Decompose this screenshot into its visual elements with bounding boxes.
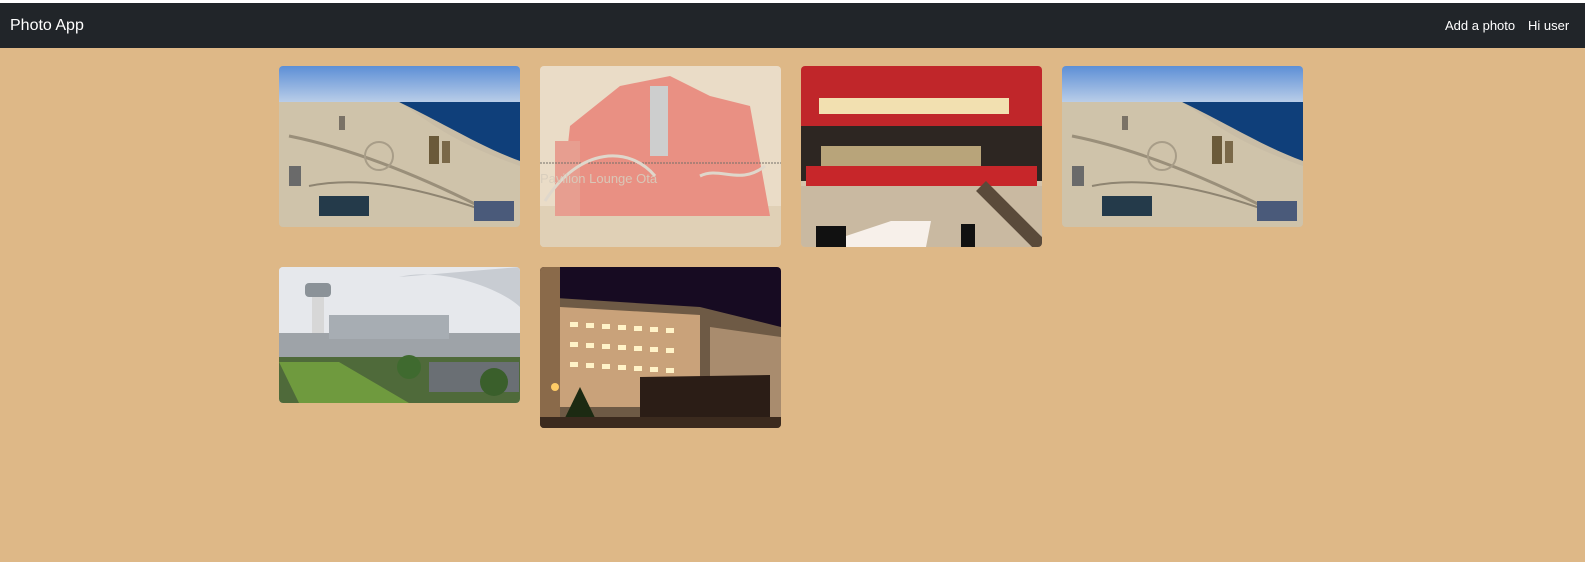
photo-tile[interactable] — [801, 66, 1042, 247]
photo-aerial-coastline — [279, 66, 520, 227]
photo-tile[interactable] — [279, 267, 520, 403]
photo-overlay-text: Pavilion Lounge Ota — [540, 171, 658, 186]
photo-tile[interactable]: Pavilion Lounge Ota — [540, 66, 781, 247]
add-photo-link[interactable]: Add a photo — [1445, 18, 1515, 34]
photo-tile[interactable] — [540, 267, 781, 428]
photo-tile[interactable] — [1062, 66, 1303, 227]
photo-hotel-night — [540, 267, 781, 428]
photo-tile[interactable] — [279, 66, 520, 227]
photo-aerial-coastline — [1062, 66, 1303, 227]
user-greeting-link[interactable]: Hi user — [1528, 18, 1569, 34]
brand-link[interactable]: Photo App — [10, 16, 84, 36]
photo-airport-terminal — [279, 267, 520, 403]
navbar: Photo App Add a photo Hi user — [0, 3, 1585, 48]
photo-restaurant-interior — [801, 66, 1042, 247]
photo-red-building: Pavilion Lounge Ota — [540, 66, 781, 247]
navbar-links: Add a photo Hi user — [1435, 18, 1585, 36]
